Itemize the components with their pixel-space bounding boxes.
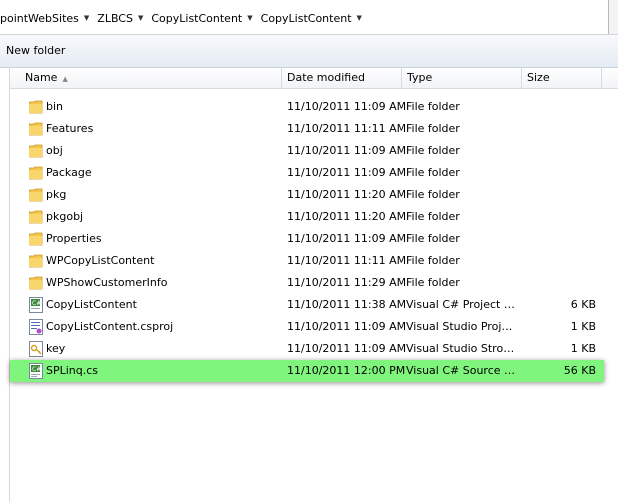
file-row[interactable]: Package 11/10/2011 11:09 AM File folder <box>10 162 618 184</box>
file-row[interactable]: WPShowCustomerInfo 11/10/2011 11:29 AM F… <box>10 272 618 294</box>
svg-text:C#: C# <box>32 366 41 373</box>
address-bar-dropdown[interactable] <box>608 0 618 34</box>
file-row[interactable]: Features 11/10/2011 11:11 AM File folder <box>10 118 618 140</box>
file-size: 56 KB <box>563 364 596 377</box>
file-row[interactable]: Properties 11/10/2011 11:09 AM File fold… <box>10 228 618 250</box>
file-size: 1 KB <box>570 342 596 355</box>
file-name: bin <box>46 100 64 113</box>
breadcrumb-item[interactable]: ZLBCS <box>94 12 136 25</box>
file-name: Package <box>46 166 92 179</box>
column-header-date-label: Date modified <box>287 71 365 84</box>
file-type: File folder <box>406 254 460 267</box>
file-row[interactable]: key 11/10/2011 11:09 AM Visual Studio St… <box>10 338 618 360</box>
file-list: bin 11/10/2011 11:09 AM File folder Feat… <box>10 96 618 382</box>
file-date: 11/10/2011 11:09 AM <box>287 342 407 355</box>
navigation-pane[interactable] <box>0 68 10 502</box>
sort-ascending-icon: ▲ <box>62 75 68 83</box>
breadcrumb: pointWebSites ▼ ZLBCS ▼ CopyListContent … <box>0 10 367 26</box>
file-type: Visual C# Source file <box>406 364 518 377</box>
file-name: WPCopyListContent <box>46 254 155 267</box>
file-date: 11/10/2011 11:09 AM <box>287 232 407 245</box>
file-date: 11/10/2011 11:20 AM <box>287 210 407 223</box>
file-name: Properties <box>46 232 102 245</box>
file-date: 11/10/2011 11:38 AM <box>287 298 407 311</box>
column-header-name-label: Name <box>25 71 58 84</box>
folder-icon <box>29 210 43 224</box>
column-header-type[interactable]: Type <box>402 68 522 88</box>
svg-text:C#: C# <box>32 300 41 307</box>
chevron-down-icon[interactable]: ▼ <box>136 14 148 22</box>
column-header-row: Name ▲ Date modified Type Size <box>10 68 618 89</box>
folder-icon <box>29 100 43 114</box>
file-name: Features <box>46 122 94 135</box>
file-name: key <box>46 342 66 355</box>
file-row[interactable]: CopyListContent.csproj 11/10/2011 11:09 … <box>10 316 618 338</box>
file-row-selected[interactable]: C# SPLinq.cs 11/10/2011 12:00 PM Visual … <box>10 360 604 382</box>
key-file-icon <box>29 341 43 357</box>
file-type: File folder <box>406 100 460 113</box>
file-type: File folder <box>406 188 460 201</box>
command-toolbar: New folder <box>0 35 618 68</box>
file-type: File folder <box>406 122 460 135</box>
chevron-down-icon[interactable]: ▼ <box>82 14 94 22</box>
folder-icon <box>29 122 43 136</box>
file-type: File folder <box>406 166 460 179</box>
breadcrumb-item[interactable]: CopyListContent <box>258 12 355 25</box>
file-row[interactable]: obj 11/10/2011 11:09 AM File folder <box>10 140 618 162</box>
file-row[interactable]: pkg 11/10/2011 11:20 AM File folder <box>10 184 618 206</box>
file-name: SPLinq.cs <box>46 364 99 377</box>
chevron-down-icon[interactable]: ▼ <box>245 14 257 22</box>
file-type: Visual Studio Projec... <box>406 320 518 333</box>
column-header-size[interactable]: Size <box>522 68 602 88</box>
file-name: CopyListContent.csproj <box>46 320 174 333</box>
column-header-date[interactable]: Date modified <box>282 68 402 88</box>
file-row[interactable]: C# CopyListContent 11/10/2011 11:38 AM V… <box>10 294 618 316</box>
file-type: File folder <box>406 232 460 245</box>
file-date: 11/10/2011 11:29 AM <box>287 276 407 289</box>
chevron-down-icon[interactable]: ▼ <box>355 14 367 22</box>
folder-icon <box>29 166 43 180</box>
file-type: File folder <box>406 144 460 157</box>
file-name: WPShowCustomerInfo <box>46 276 168 289</box>
csharp-project-icon: C# <box>29 297 43 313</box>
address-bar[interactable]: pointWebSites ▼ ZLBCS ▼ CopyListContent … <box>0 0 618 35</box>
file-name: obj <box>46 144 63 157</box>
breadcrumb-item[interactable]: pointWebSites <box>0 12 82 25</box>
file-date: 11/10/2011 11:11 AM <box>287 254 407 267</box>
column-header-size-label: Size <box>527 71 550 84</box>
file-type: Visual Studio Strong... <box>406 342 518 355</box>
file-type: File folder <box>406 210 460 223</box>
column-header-name[interactable]: Name ▲ <box>10 68 282 88</box>
breadcrumb-item[interactable]: CopyListContent <box>148 12 245 25</box>
file-row[interactable]: WPCopyListContent 11/10/2011 11:11 AM Fi… <box>10 250 618 272</box>
file-row[interactable]: pkgobj 11/10/2011 11:20 AM File folder <box>10 206 618 228</box>
file-date: 11/10/2011 11:09 AM <box>287 144 407 157</box>
folder-icon <box>29 254 43 268</box>
file-date: 11/10/2011 11:11 AM <box>287 122 407 135</box>
file-name: CopyListContent <box>46 298 137 311</box>
file-name: pkgobj <box>46 210 84 223</box>
file-row[interactable]: bin 11/10/2011 11:09 AM File folder <box>10 96 618 118</box>
column-header-type-label: Type <box>407 71 433 84</box>
folder-icon <box>29 144 43 158</box>
file-type: Visual C# Project file <box>406 298 518 311</box>
file-date: 11/10/2011 11:09 AM <box>287 320 407 333</box>
csharp-source-icon: C# <box>29 363 43 379</box>
file-size: 6 KB <box>570 298 596 311</box>
file-name: pkg <box>46 188 67 201</box>
file-date: 11/10/2011 12:00 PM <box>287 364 406 377</box>
new-folder-button[interactable]: New folder <box>6 44 65 57</box>
file-size: 1 KB <box>570 320 596 333</box>
file-date: 11/10/2011 11:09 AM <box>287 166 407 179</box>
folder-icon <box>29 188 43 202</box>
file-date: 11/10/2011 11:09 AM <box>287 100 407 113</box>
vs-project-icon <box>29 319 43 335</box>
file-type: File folder <box>406 276 460 289</box>
file-date: 11/10/2011 11:20 AM <box>287 188 407 201</box>
folder-icon <box>29 276 43 290</box>
folder-icon <box>29 232 43 246</box>
